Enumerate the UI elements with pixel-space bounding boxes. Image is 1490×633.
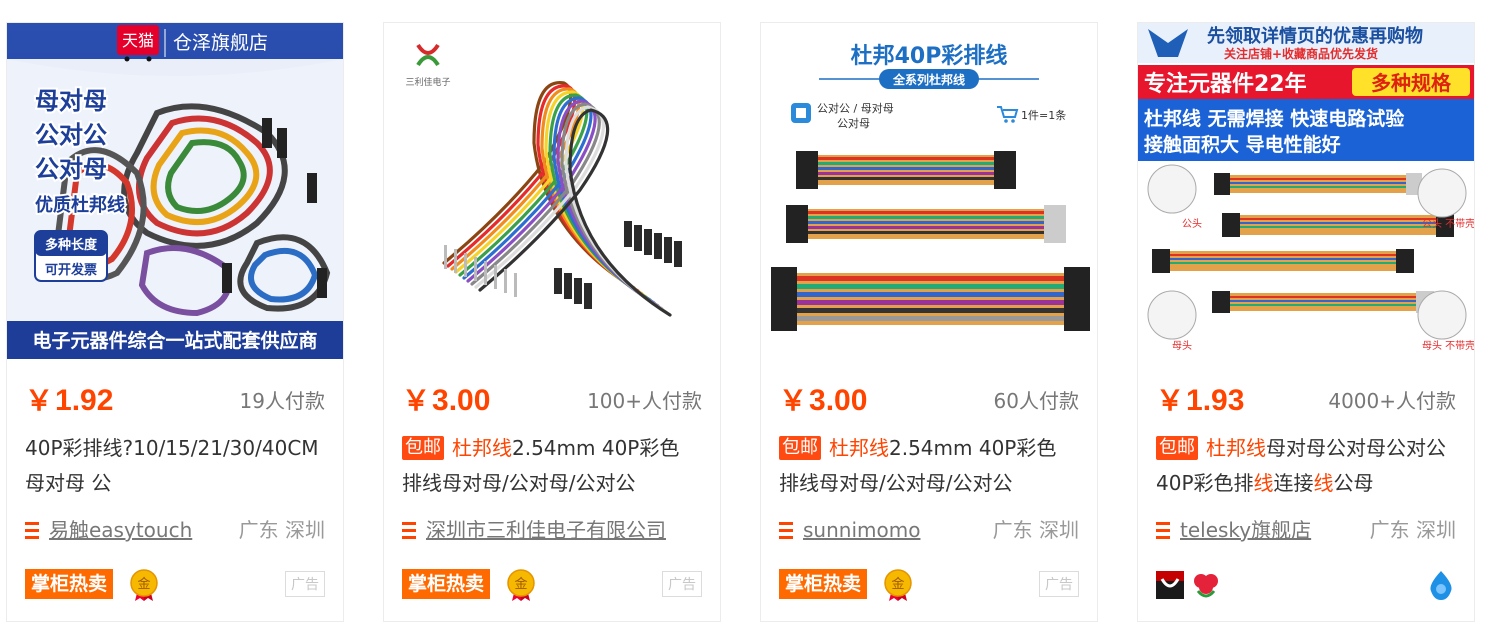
hot-seller-badge: 掌柜热卖 xyxy=(402,569,491,599)
product-image[interactable]: 三利佳电子 xyxy=(384,23,720,359)
gold-medal-icon: 金 xyxy=(130,569,158,601)
image-line: 母对母 xyxy=(35,87,107,115)
image-banner-right: 多种规格 xyxy=(1371,71,1452,95)
svg-text:金: 金 xyxy=(514,576,527,592)
image-tag: 可开发票 xyxy=(45,262,97,278)
image-line: 杜邦线 无需焊接 快速电路试验 xyxy=(1144,107,1405,130)
image-type: 公对公 / 母对母 xyxy=(817,101,894,115)
free-shipping-badge: 包邮 xyxy=(779,436,821,460)
image-heading: 杜邦40P彩排线 xyxy=(851,43,1008,69)
tmall-store-icon xyxy=(1156,571,1184,599)
product-title[interactable]: 包邮 杜邦线母对母公对母公对公40P彩色排线连接线公母 xyxy=(1156,431,1450,501)
shop-name-link[interactable]: 深圳市三利佳电子有限公司 xyxy=(426,513,666,547)
water-drop-icon xyxy=(1430,571,1452,600)
hot-seller-badge: 掌柜热卖 xyxy=(779,569,868,599)
tmall-badge: 天猫 xyxy=(122,31,154,50)
gold-medal-icon: 金 xyxy=(507,569,535,601)
sold-count: 4000+人付款 xyxy=(1328,389,1456,413)
flower-icon xyxy=(1194,574,1218,598)
ad-tag: 广告 xyxy=(662,571,702,597)
brand-name: 三利佳电子 xyxy=(405,76,450,88)
gold-medal-icon: 金 xyxy=(884,569,912,601)
shop-name-link[interactable]: 易触easytouch xyxy=(49,513,192,547)
image-line: 公对公 xyxy=(35,121,107,149)
free-shipping-badge: 包邮 xyxy=(402,436,444,460)
product-image[interactable]: 天猫 仓泽旗舰店 母对母 公对公 公对母 优质杜邦线 多种长度 可开发票 电子元… xyxy=(7,23,343,359)
shop-name-link[interactable]: sunnimomo xyxy=(803,513,920,547)
location: 广东 深圳 xyxy=(238,518,325,542)
image-line: 接触面积大 导电性能好 xyxy=(1144,133,1341,156)
image-footer: 电子元器件综合一站式配套供应商 xyxy=(32,329,317,352)
product-image[interactable]: 杜邦40P彩排线 全系列杜邦线 公对公 / 母对母 公对母 1件=1条 xyxy=(761,23,1097,359)
price: ￥3.00 xyxy=(402,384,491,417)
svg-text:金: 金 xyxy=(891,576,904,592)
ad-tag: 广告 xyxy=(1039,571,1079,597)
hot-seller-badge: 掌柜热卖 xyxy=(25,569,114,599)
image-tag: 多种长度 xyxy=(45,237,98,253)
location: 广东 深圳 xyxy=(992,518,1079,542)
image-unit: 1件=1条 xyxy=(1021,108,1066,122)
image-label: 公头 xyxy=(1182,218,1202,230)
product-image[interactable]: 先领取详情页的优惠再购物 关注店铺+收藏商品优先发货 专注元器件22年 多种规格… xyxy=(1138,23,1474,359)
product-card[interactable]: 先领取详情页的优惠再购物 关注店铺+收藏商品优先发货 专注元器件22年 多种规格… xyxy=(1137,22,1475,622)
sold-count: 100+人付款 xyxy=(587,389,702,413)
image-line: 公对母 xyxy=(35,155,107,183)
shop-icon xyxy=(779,522,793,540)
image-label: 公头 不带壳 xyxy=(1422,217,1474,230)
store-banner: 仓泽旗舰店 xyxy=(173,32,268,54)
product-card[interactable]: 杜邦40P彩排线 全系列杜邦线 公对公 / 母对母 公对母 1件=1条 ￥3.0… xyxy=(760,22,1098,622)
image-label: 母头 xyxy=(1172,340,1192,352)
shop-icon xyxy=(1156,522,1170,540)
shop-icon xyxy=(402,522,416,540)
shop-icon xyxy=(25,522,39,540)
product-title[interactable]: 包邮 杜邦线2.54mm 40P彩色排线母对母/公对母/公对公 xyxy=(402,431,696,501)
product-title[interactable]: 40P彩排线?10/15/21/30/40CM 母对母 公 xyxy=(25,431,319,501)
price: ￥3.00 xyxy=(779,384,868,417)
image-line: 优质杜邦线 xyxy=(35,194,125,216)
image-top-line: 先领取详情页的优惠再购物 xyxy=(1207,25,1423,47)
price: ￥1.93 xyxy=(1156,384,1245,417)
sold-count: 19人付款 xyxy=(239,389,325,413)
price: ￥1.92 xyxy=(25,384,114,417)
image-sub-line: 关注店铺+收藏商品优先发货 xyxy=(1224,46,1378,61)
product-title[interactable]: 包邮 杜邦线2.54mm 40P彩色排线母对母/公对母/公对公 xyxy=(779,431,1073,501)
image-label: 母头 不带壳 xyxy=(1422,339,1474,352)
shop-name-link[interactable]: telesky旗舰店 xyxy=(1180,513,1311,547)
image-type: 公对母 xyxy=(837,116,870,130)
free-shipping-badge: 包邮 xyxy=(1156,436,1198,460)
product-card[interactable]: 三利佳电子 ￥3.00 100+人付款 包邮 杜邦线2.54mm 40P彩色排线… xyxy=(383,22,721,622)
product-card[interactable]: 天猫 仓泽旗舰店 母对母 公对公 公对母 优质杜邦线 多种长度 可开发票 电子元… xyxy=(6,22,344,622)
ad-tag: 广告 xyxy=(285,571,325,597)
image-banner-left: 专注元器件22年 xyxy=(1144,71,1307,97)
location: 广东 深圳 xyxy=(1369,518,1456,542)
svg-text:金: 金 xyxy=(137,576,150,592)
sold-count: 60人付款 xyxy=(993,389,1079,413)
image-subheading: 全系列杜邦线 xyxy=(892,72,965,87)
